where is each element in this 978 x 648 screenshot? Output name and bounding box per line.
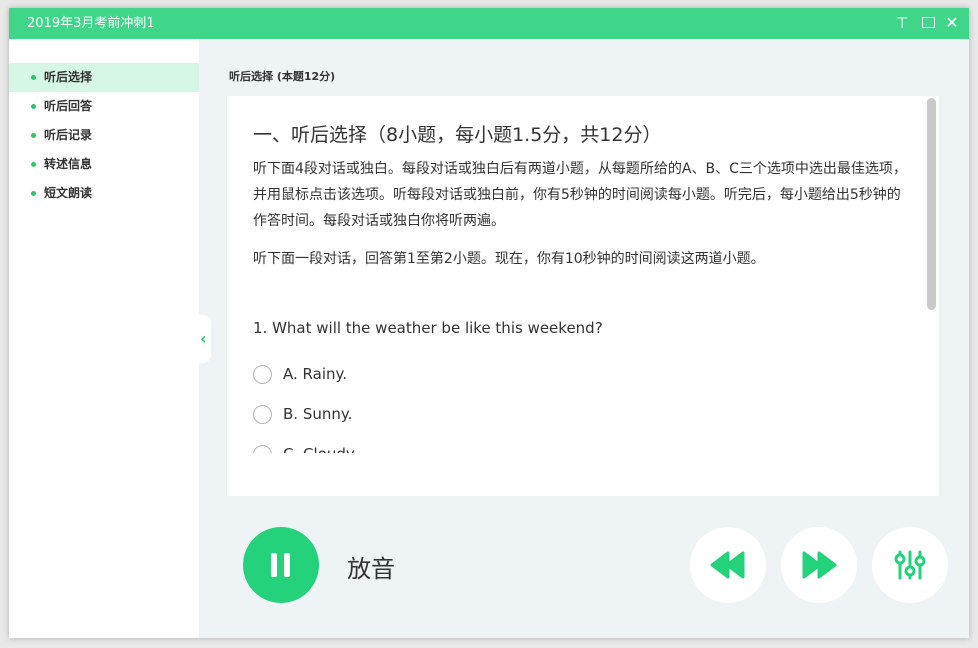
scrollbar-thumb[interactable] [927, 98, 936, 310]
question-card: 一、听后选择（8小题，每小题1.5分，共12分） 听下面4段对话或独白。每段对话… [227, 96, 939, 496]
sidebar-item-listening-answer[interactable]: 听后回答 [9, 92, 199, 121]
section-heading: 一、听后选择（8小题，每小题1.5分，共12分） [253, 124, 662, 146]
sidebar-item-label: 听后记录 [44, 128, 93, 142]
rewind-button[interactable] [690, 527, 766, 603]
pause-icon [284, 553, 290, 577]
collapse-sidebar-button[interactable]: ‹ [197, 315, 211, 363]
scroll-clip [227, 453, 927, 496]
chevron-left-icon: ‹ [200, 329, 207, 348]
equalizer-icon [894, 550, 926, 580]
sidebar-item-label: 听后选择 [44, 70, 93, 84]
bullet-icon [31, 75, 36, 80]
sidebar-item-label: 短文朗读 [44, 186, 93, 200]
rewind-icon [710, 551, 745, 579]
pin-icon[interactable]: ⊤ [893, 14, 911, 32]
option-label: A. Rainy. [283, 365, 347, 383]
app-window: 2019年3月考前冲刺1 ⊤ ✕ 听后选择 听后回答 听后记录 转述信息 短文朗… [9, 8, 969, 638]
bullet-icon [31, 104, 36, 109]
sidebar: 听后选择 听后回答 听后记录 转述信息 短文朗读 [9, 39, 199, 638]
bullet-icon [31, 133, 36, 138]
fast-forward-icon [802, 551, 837, 579]
main-panel: ‹ 听后选择 (本题12分) 一、听后选择（8小题，每小题1.5分，共12分） … [197, 39, 969, 638]
pause-icon [271, 553, 277, 577]
sidebar-item-label: 转述信息 [44, 157, 93, 171]
sidebar-item-listening-choice[interactable]: 听后选择 [9, 63, 199, 92]
sub-instructions: 听下面一段对话，回答第1至第2小题。现在，你有10秒钟的时间阅读这两道小题。 [253, 251, 765, 267]
question-text: 1. What will the weather be like this we… [253, 319, 603, 337]
fast-forward-button[interactable] [781, 527, 857, 603]
pause-button[interactable] [243, 527, 319, 603]
sidebar-item-label: 听后回答 [44, 99, 93, 113]
section-label: 听后选择 (本题12分) [229, 70, 336, 83]
title-bar: 2019年3月考前冲刺1 ⊤ ✕ [9, 8, 969, 39]
sidebar-item-listening-record[interactable]: 听后记录 [9, 121, 199, 150]
close-icon[interactable]: ✕ [943, 14, 961, 32]
option-label: B. Sunny. [283, 405, 353, 423]
play-label: 放音 [347, 555, 395, 583]
audio-settings-button[interactable] [872, 527, 948, 603]
sidebar-item-read-aloud[interactable]: 短文朗读 [9, 179, 199, 208]
radio-button[interactable] [253, 405, 272, 424]
radio-button[interactable] [253, 365, 272, 384]
bullet-icon [31, 191, 36, 196]
sidebar-item-relay-info[interactable]: 转述信息 [9, 150, 199, 179]
bullet-icon [31, 162, 36, 167]
maximize-icon[interactable] [919, 14, 937, 32]
window-title: 2019年3月考前冲刺1 [27, 16, 155, 31]
instructions: 听下面4段对话或独白。每段对话或独白后有两道小题，从每题所给的A、B、C三个选项… [253, 161, 907, 229]
